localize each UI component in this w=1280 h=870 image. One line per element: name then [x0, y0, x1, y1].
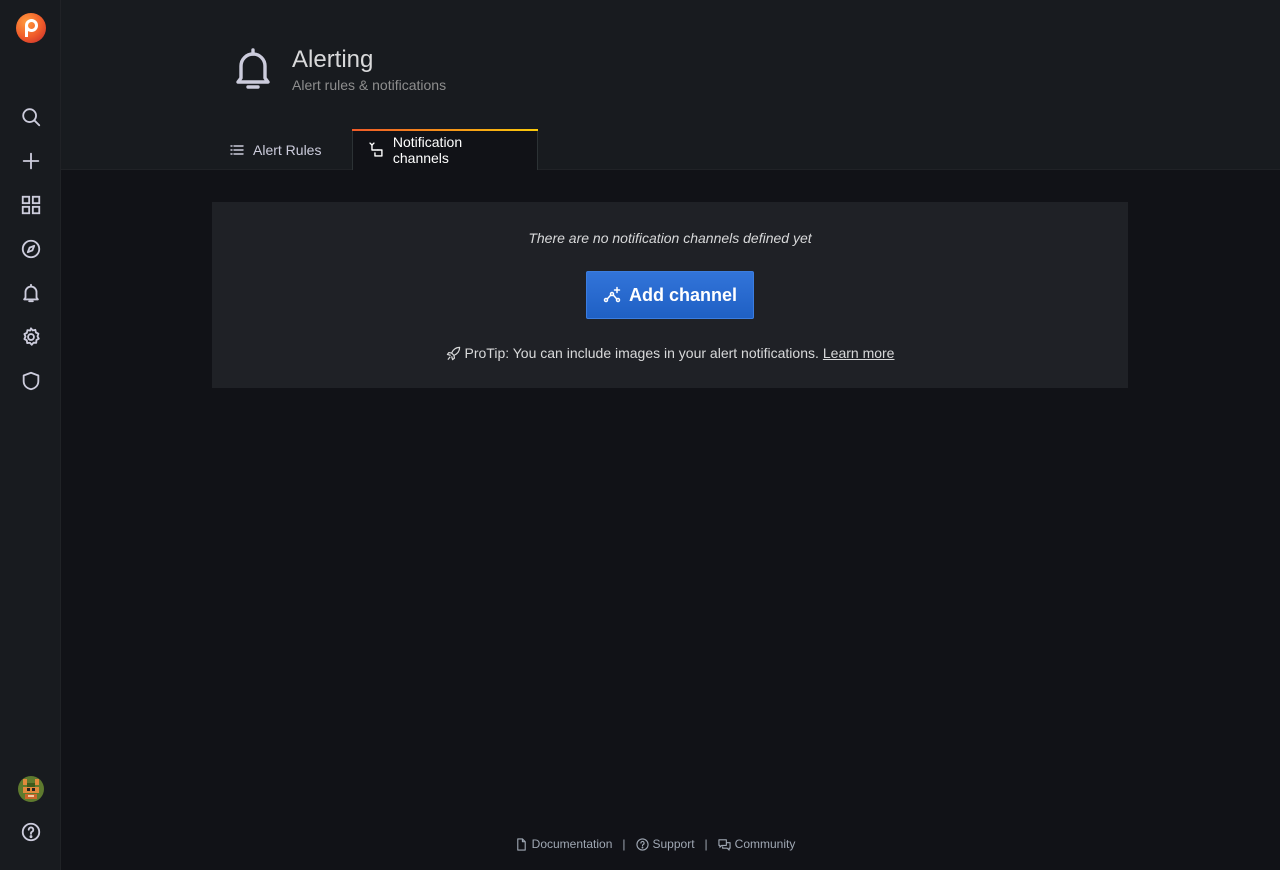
shield-icon: [22, 371, 39, 391]
sidebar-item-dashboards[interactable]: [0, 185, 61, 225]
footer-separator: |: [622, 837, 626, 851]
user-avatar[interactable]: [18, 776, 44, 802]
list-icon: [230, 144, 244, 155]
learn-more-link[interactable]: Learn more: [823, 345, 895, 361]
sidebar-item-search[interactable]: [0, 97, 61, 137]
app-logo[interactable]: [16, 13, 46, 43]
sidebar-item-explore[interactable]: [0, 229, 61, 269]
side-menu: [0, 0, 61, 870]
empty-message: There are no notification channels defin…: [528, 230, 812, 246]
page-title: Alerting: [292, 46, 374, 73]
protip: ProTip: You can include images in your a…: [212, 345, 1128, 361]
footer: Documentation | Support | Community: [0, 835, 1280, 853]
empty-list-cta: There are no notification channels defin…: [212, 202, 1128, 388]
channel-add-icon: [603, 286, 621, 303]
bell-icon: [236, 48, 270, 89]
document-icon: [516, 837, 526, 851]
bell-icon: [22, 283, 39, 303]
compass-icon: [21, 239, 40, 259]
tab-alert-rules[interactable]: Alert Rules: [213, 129, 337, 170]
comments-icon: [718, 838, 731, 851]
add-channel-label: Add channel: [628, 284, 737, 305]
page-subtitle: Alert rules & notifications: [292, 77, 447, 93]
sidebar-item-alerting[interactable]: [0, 273, 61, 313]
protip-text: ProTip: You can include images in your a…: [464, 345, 819, 361]
tab-label: Alert Rules: [253, 141, 322, 158]
sidebar-item-configuration[interactable]: [0, 317, 61, 357]
footer-separator: |: [704, 837, 708, 851]
tab-notification-channels[interactable]: Notification channels: [352, 129, 538, 170]
footer-community-label: Community: [734, 837, 796, 851]
footer-link-community[interactable]: Community: [718, 837, 796, 851]
footer-link-documentation[interactable]: Documentation: [515, 837, 613, 851]
sidebar-item-create[interactable]: [0, 141, 61, 181]
sidebar-item-server-admin[interactable]: [0, 361, 61, 401]
footer-support-label: Support: [652, 837, 695, 851]
footer-documentation-label: Documentation: [531, 837, 613, 851]
channel-icon: [369, 141, 383, 157]
cog-icon: [22, 327, 40, 346]
tab-label: Notification channels: [392, 133, 463, 166]
plus-icon: [22, 152, 39, 170]
search-icon: [21, 108, 40, 127]
question-circle-icon: [635, 837, 649, 851]
apps-icon: [21, 195, 40, 215]
add-channel-button[interactable]: Add channel: [586, 271, 754, 319]
footer-link-support[interactable]: Support: [635, 837, 695, 851]
rocket-icon: [446, 346, 460, 360]
